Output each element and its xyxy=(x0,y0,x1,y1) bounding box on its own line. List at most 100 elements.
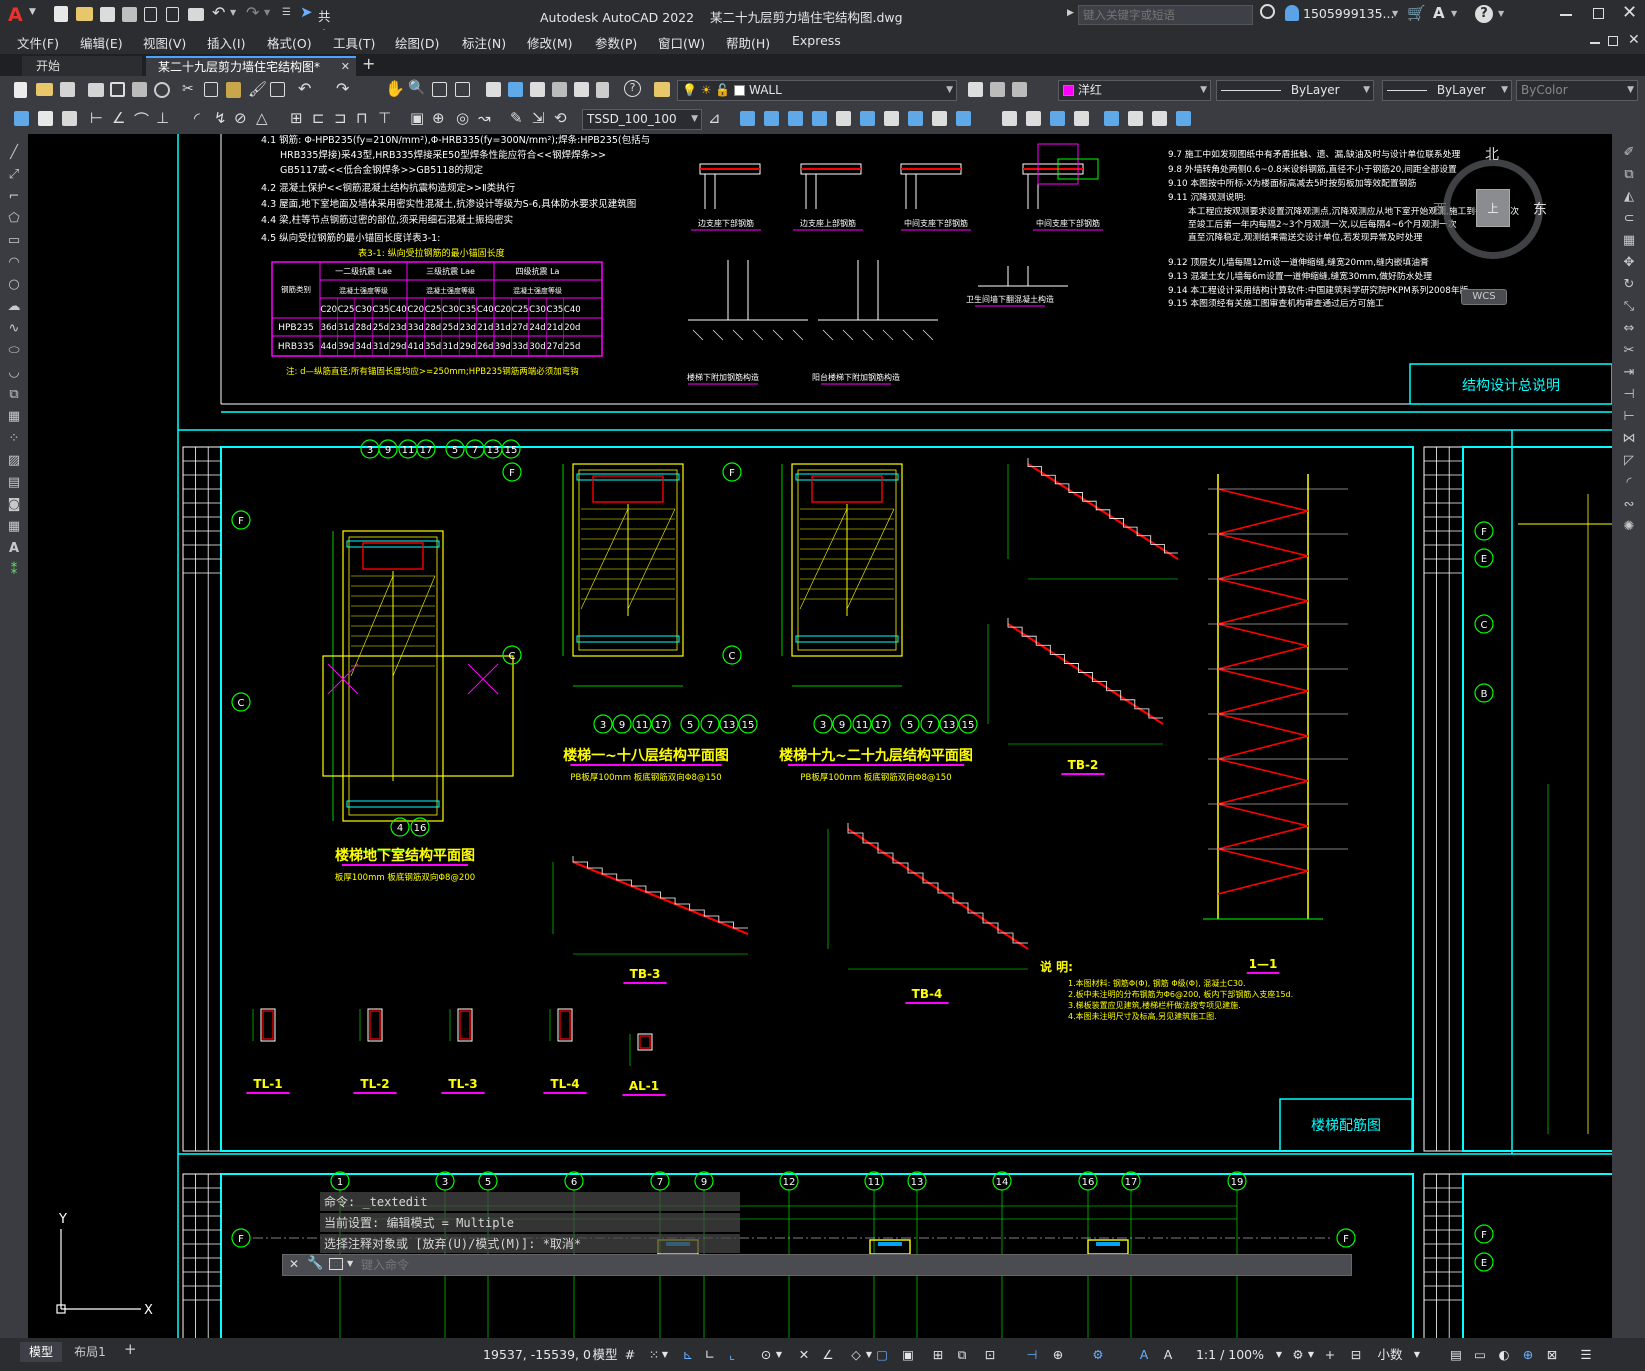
workspace-dropdown-icon[interactable]: ▼ xyxy=(1306,1345,1316,1365)
redo-dropdown-icon[interactable]: ▼ xyxy=(264,8,270,17)
viewcube-east[interactable]: 东 xyxy=(1533,199,1547,219)
polyline-icon[interactable]: ⌐ xyxy=(5,188,23,206)
quick-dim-icon[interactable]: ⊞ xyxy=(290,109,303,127)
angular-dim-icon[interactable]: △ xyxy=(256,109,268,127)
tab-close-icon[interactable]: ✕ xyxy=(341,58,350,76)
dimstyle-dropdown[interactable]: TSSD_100_100 ▼ xyxy=(582,109,702,130)
cmd-recent-icon[interactable]: ▼ xyxy=(347,1259,353,1268)
toolpalettes-icon[interactable] xyxy=(530,82,545,97)
layer-dropdown-icon[interactable]: ▼ xyxy=(946,81,953,100)
baseline-dim-icon[interactable]: ⊏ xyxy=(312,109,325,127)
diameter-dim-icon[interactable]: ⊘ xyxy=(234,109,247,127)
menu-express[interactable]: Express xyxy=(792,33,841,48)
modify-tool-14-icon[interactable] xyxy=(1074,111,1089,126)
modify-tool-16-icon[interactable] xyxy=(1128,111,1143,126)
clean-screen-icon[interactable]: ⊕ xyxy=(1518,1345,1538,1365)
open-web-icon[interactable] xyxy=(144,7,157,22)
menu-file[interactable]: 文件(F) xyxy=(17,33,59,52)
annotation-monitor-icon[interactable]: + xyxy=(1320,1345,1340,1365)
copy-object-icon[interactable]: ⧉ xyxy=(1620,166,1638,184)
add-selected-icon[interactable]: ⁑ xyxy=(5,562,23,580)
model-space-button[interactable]: 模型 xyxy=(588,1345,622,1365)
open-file-icon[interactable] xyxy=(76,7,93,21)
revcloud-icon[interactable]: ☁ xyxy=(5,298,23,316)
save-toolbar-icon[interactable] xyxy=(60,82,75,97)
menu-edit[interactable]: 编辑(E) xyxy=(80,33,123,52)
qnew-icon[interactable] xyxy=(14,82,27,98)
new-tab-button[interactable]: + xyxy=(362,54,375,73)
save-as-icon[interactable] xyxy=(122,7,137,22)
linetype-dropdown[interactable]: ByLayer ▼ xyxy=(1216,80,1374,101)
user-icon[interactable] xyxy=(1285,5,1299,21)
fillet-icon[interactable]: ◜ xyxy=(1620,474,1638,492)
extend-icon[interactable]: ⇥ xyxy=(1620,364,1638,382)
help-toolbar-icon[interactable]: ? xyxy=(624,80,641,97)
menu-parametric[interactable]: 参数(P) xyxy=(595,33,637,52)
ortho-icon[interactable]: ∟ xyxy=(700,1345,720,1365)
zoom-window-icon[interactable] xyxy=(432,82,447,97)
redo-toolbar-icon[interactable]: ↷ xyxy=(336,79,349,98)
erase-icon[interactable]: ✐ xyxy=(1620,144,1638,162)
drawing-tool-1-icon[interactable] xyxy=(14,111,29,126)
help-dropdown-icon[interactable]: ▼ xyxy=(1498,9,1504,18)
offset-icon[interactable]: ⊂ xyxy=(1620,210,1638,228)
drawing-tool-2-icon[interactable] xyxy=(38,111,53,126)
quick-properties-icon[interactable]: ⊟ xyxy=(1346,1345,1366,1365)
make-block-icon[interactable]: ▦ xyxy=(5,408,23,426)
menu-dimension[interactable]: 标注(N) xyxy=(462,33,506,52)
modify-tool-17-icon[interactable] xyxy=(1152,111,1167,126)
modify-tool-11-icon[interactable] xyxy=(1002,111,1017,126)
menu-modify[interactable]: 修改(M) xyxy=(527,33,573,52)
doc-restore-icon[interactable] xyxy=(1608,36,1618,46)
command-input[interactable] xyxy=(361,1256,1341,1274)
menu-help[interactable]: 帮助(H) xyxy=(726,33,770,52)
layer-properties-icon[interactable] xyxy=(654,82,670,97)
dim-update-icon[interactable]: ⟲ xyxy=(554,109,567,127)
app-menu-chevron-icon[interactable]: ▼ xyxy=(29,7,36,17)
linetype-dropdown-icon[interactable]: ▼ xyxy=(1363,81,1370,100)
inspect-icon[interactable]: ◎ xyxy=(456,109,469,127)
copy-icon[interactable] xyxy=(204,82,218,97)
dimedit-icon[interactable]: ✎ xyxy=(510,109,523,127)
blockeditor-icon[interactable] xyxy=(270,82,285,97)
autodesk-app-icon[interactable]: A xyxy=(1433,4,1445,22)
trim-icon[interactable]: ✂ xyxy=(1620,342,1638,360)
properties-status-icon[interactable]: ▤ xyxy=(1446,1345,1466,1365)
modify-tool-7-icon[interactable] xyxy=(884,111,899,126)
hatch-icon[interactable]: ▨ xyxy=(5,452,23,470)
tab-start[interactable]: 开始 xyxy=(22,56,142,76)
maximize-window-icon[interactable] xyxy=(1593,8,1604,19)
pan-icon[interactable]: ✋ xyxy=(385,79,405,98)
osnap-icon[interactable]: ◇ xyxy=(846,1345,866,1365)
modify-tool-2-icon[interactable] xyxy=(764,111,779,126)
line-icon[interactable]: ╱ xyxy=(5,144,23,162)
layer-unlock-icon[interactable]: 🔓 xyxy=(715,83,730,97)
viewcube-face-top[interactable]: 上 xyxy=(1476,189,1510,227)
modify-tool-18-icon[interactable] xyxy=(1176,111,1191,126)
jogged-linear-icon[interactable]: ↝ xyxy=(478,109,491,127)
annotation-visibility-icon[interactable]: ⚙ xyxy=(1088,1345,1108,1365)
redo-icon[interactable]: ↷ xyxy=(246,3,259,22)
array-icon[interactable]: ▦ xyxy=(1620,232,1638,250)
drawing-tool-3-icon[interactable] xyxy=(62,111,77,126)
break-icon[interactable]: ⊢ xyxy=(1620,408,1638,426)
continue-dim-icon[interactable]: ⊐ xyxy=(334,109,347,127)
3dosnap-icon[interactable]: ⧉ xyxy=(952,1345,972,1365)
break-at-point-icon[interactable]: ⊣ xyxy=(1620,386,1638,404)
cmd-close-icon[interactable]: ✕ xyxy=(289,1257,299,1271)
dim-space-icon[interactable]: ⊓ xyxy=(356,109,368,127)
customization-icon[interactable]: ⊠ xyxy=(1542,1345,1562,1365)
radius-dim-icon[interactable]: ◜ xyxy=(194,109,200,127)
dim-break-icon[interactable]: ⊤ xyxy=(378,109,391,127)
wcs-menu[interactable]: WCS xyxy=(1461,289,1507,305)
undo-icon[interactable]: ↶ xyxy=(212,3,225,22)
infer-constraints-icon[interactable]: ⊾ xyxy=(678,1345,698,1365)
snap-dropdown-icon[interactable]: ▼ xyxy=(660,1345,670,1365)
search-icon[interactable] xyxy=(1260,4,1275,19)
drawing-svg[interactable]: 4.1 钢筋: Φ-HPB235(fy=210N/mm²),Φ-HRB335(f… xyxy=(28,134,1612,1338)
transparency-icon[interactable]: ▣ xyxy=(898,1345,918,1365)
viewcube-west[interactable]: 西 xyxy=(1433,199,1447,219)
point-icon[interactable]: ⁘ xyxy=(5,430,23,448)
polar-dropdown-icon[interactable]: ▼ xyxy=(774,1345,784,1365)
modify-tool-15-icon[interactable] xyxy=(1104,111,1119,126)
